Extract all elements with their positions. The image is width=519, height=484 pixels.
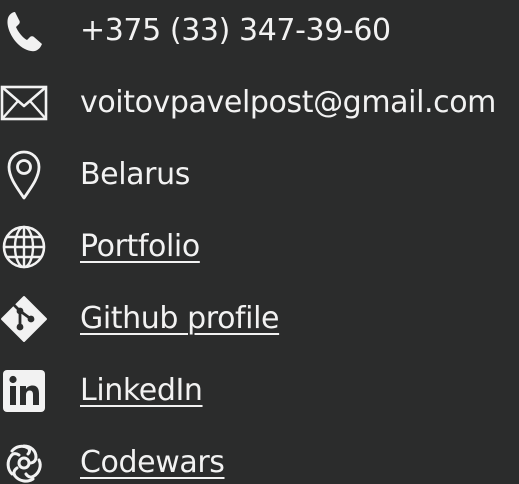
codewars-link[interactable]: Codewars [80,444,225,482]
linkedin-link[interactable]: LinkedIn [80,372,203,410]
linkedin-icon [0,367,48,415]
git-icon [0,295,48,343]
contact-portfolio[interactable]: Portfolio [0,219,519,275]
location-pin-icon [0,150,48,200]
location-country: Belarus [80,157,190,192]
contact-location: Belarus [0,147,519,203]
contact-github[interactable]: Github profile [0,291,519,347]
portfolio-link[interactable]: Portfolio [80,228,200,266]
codewars-icon [0,439,48,484]
contact-linkedin[interactable]: LinkedIn [0,363,519,419]
contact-phone: +375 (33) 347-39-60 [0,3,519,59]
contact-email: voitovpavelpost@gmail.com [0,75,519,131]
email-address: voitovpavelpost@gmail.com [80,85,497,120]
globe-icon [0,223,48,271]
contact-list: +375 (33) 347-39-60 voitovpavelpost@gmai… [0,0,519,484]
contact-codewars[interactable]: Codewars [0,435,519,484]
phone-icon [0,7,48,55]
github-profile-link[interactable]: Github profile [80,300,280,338]
mail-icon [0,79,48,127]
phone-number: +375 (33) 347-39-60 [80,13,391,48]
